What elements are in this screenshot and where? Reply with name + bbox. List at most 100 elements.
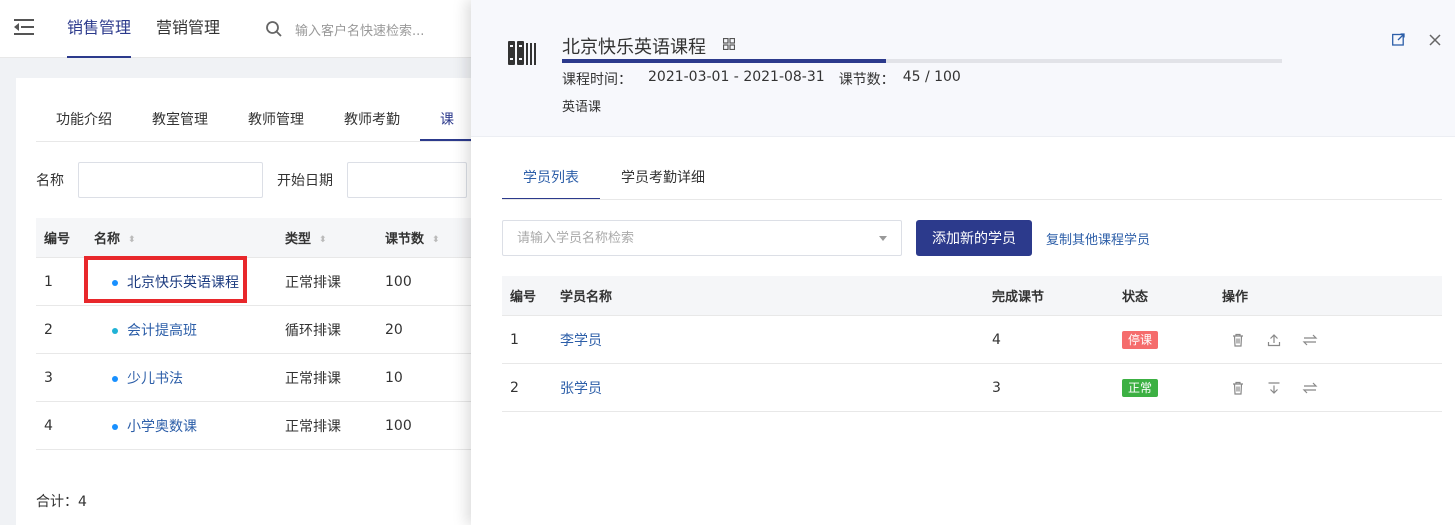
status-dot: [112, 423, 118, 430]
tab-classroom[interactable]: 教室管理: [132, 100, 228, 141]
search-icon: [266, 21, 282, 37]
course-progress-bar: [562, 59, 1282, 63]
row-actions: [1222, 380, 1422, 396]
status-dot: [112, 375, 118, 382]
name-filter-input[interactable]: [78, 162, 263, 198]
row-count: 20: [385, 321, 403, 338]
course-table-header: 编号 名称 ⬍ 类型 ⬍ 课节数 ⬍: [36, 218, 486, 258]
row-id: 2: [44, 321, 53, 338]
table-row: 3 少儿书法 正常排课 10: [36, 354, 486, 402]
status-badge: 正常: [1122, 378, 1159, 397]
course-name-cell[interactable]: 小学奥数课: [94, 416, 285, 436]
tab-student-list[interactable]: 学员列表: [502, 158, 600, 200]
drawer-header: 北京快乐英语课程 课程时间： 2021-03-01 - 2021-08-31 课…: [471, 0, 1455, 137]
row-id: 1: [510, 331, 519, 348]
col-id: 编号: [44, 232, 71, 247]
download-icon[interactable]: [1266, 380, 1282, 396]
tab-course[interactable]: 课: [420, 100, 474, 141]
row-done: 3: [992, 379, 1001, 396]
transfer-icon[interactable]: [1302, 380, 1318, 396]
tab-teacher-attendance[interactable]: 教师考勤: [324, 100, 420, 141]
row-type: 正常排课: [285, 418, 341, 435]
table-row: 2 张学员 3 正常: [502, 364, 1442, 412]
popout-icon[interactable]: [1392, 33, 1405, 46]
row-id: 4: [44, 417, 53, 434]
trash-icon[interactable]: [1230, 380, 1246, 396]
col-type[interactable]: 类型 ⬍: [285, 228, 385, 247]
module-tabs: 功能介绍 教室管理 教师管理 教师考勤 课: [36, 100, 486, 142]
row-count: 10: [385, 369, 403, 386]
start-date-label: 开始日期: [277, 173, 333, 189]
status-dot: [112, 327, 118, 334]
books-icon: [508, 41, 536, 65]
col-done: 完成课节: [992, 290, 1045, 305]
col-actions: 操作: [1222, 290, 1249, 305]
student-table-header: 编号 学员名称 完成课节 状态 操作: [502, 276, 1442, 316]
status-badge: 停课: [1122, 330, 1159, 349]
col-status: 状态: [1122, 290, 1149, 305]
row-count: 100: [385, 273, 412, 290]
course-name-cell[interactable]: 会计提高班: [94, 320, 285, 340]
row-type: 正常排课: [285, 274, 341, 291]
col-count-label: 课节数: [385, 232, 425, 247]
table-row: 4 小学奥数课 正常排课 100: [36, 402, 486, 450]
row-count: 100: [385, 417, 412, 434]
col-name-label: 名称: [94, 232, 121, 247]
course-name-cell[interactable]: 少儿书法: [94, 368, 285, 388]
drawer-course-title: 北京快乐英语课程: [562, 37, 706, 58]
nav-marketing[interactable]: 营销管理: [156, 0, 220, 58]
name-filter-label: 名称: [36, 173, 64, 189]
course-link[interactable]: 少儿书法: [127, 371, 183, 387]
customer-search-placeholder: 输入客户名快速检索...: [295, 23, 425, 39]
sort-icon[interactable]: ⬍: [128, 235, 136, 245]
add-student-button[interactable]: 添加新的学员: [916, 220, 1032, 256]
student-table: 编号 学员名称 完成课节 状态 操作 1 李学员 4 停课 2 张学员 3 正常: [502, 276, 1442, 412]
row-type: 正常排课: [285, 370, 341, 387]
table-total: 合计：4: [36, 494, 87, 510]
course-link[interactable]: 小学奥数课: [127, 419, 197, 435]
tab-student-attendance[interactable]: 学员考勤详细: [600, 158, 726, 200]
qrcode-icon[interactable]: [723, 38, 735, 50]
upload-icon[interactable]: [1266, 332, 1282, 348]
student-link[interactable]: 张学员: [560, 378, 992, 398]
tabs-divider: [502, 199, 1442, 200]
col-name[interactable]: 名称 ⬍: [94, 228, 285, 247]
course-progress-fill: [562, 59, 886, 63]
nav-sales[interactable]: 销售管理: [67, 0, 132, 58]
filter-row: 名称 开始日期: [36, 162, 467, 198]
student-link[interactable]: 李学员: [560, 330, 992, 350]
course-type-label: 英语课: [562, 100, 602, 115]
course-link[interactable]: 会计提高班: [127, 323, 197, 339]
row-done: 4: [992, 331, 1001, 348]
col-count[interactable]: 课节数 ⬍: [385, 228, 485, 247]
menu-toggle-icon[interactable]: [14, 18, 34, 36]
student-search-select[interactable]: [502, 220, 902, 256]
table-row: 1 李学员 4 停课: [502, 316, 1442, 364]
copy-students-link[interactable]: 复制其他课程学员: [1046, 229, 1150, 248]
course-meta: 课程时间： 2021-03-01 - 2021-08-31 课节数： 45 / …: [562, 69, 961, 89]
customer-search[interactable]: 输入客户名快速检索...: [265, 18, 424, 40]
col-id: 编号: [510, 290, 537, 305]
trash-icon[interactable]: [1230, 332, 1246, 348]
table-row: 2 会计提高班 循环排课 20: [36, 306, 486, 354]
transfer-icon[interactable]: [1302, 332, 1318, 348]
row-type: 循环排课: [285, 322, 341, 339]
sort-icon[interactable]: ⬍: [319, 235, 327, 245]
drawer-tabs: 学员列表 学员考勤详细: [502, 158, 726, 200]
count-value: 45 / 100: [902, 69, 961, 85]
row-actions: [1222, 332, 1422, 348]
chevron-down-icon[interactable]: [879, 236, 887, 241]
sort-icon[interactable]: ⬍: [432, 235, 440, 245]
time-label: 课程时间：: [562, 72, 632, 88]
course-detail-drawer: 北京快乐英语课程 课程时间： 2021-03-01 - 2021-08-31 课…: [471, 0, 1455, 525]
close-icon[interactable]: [1428, 33, 1442, 47]
col-student-name: 学员名称: [560, 290, 613, 305]
time-value: 2021-03-01 - 2021-08-31: [648, 69, 825, 85]
tab-intro[interactable]: 功能介绍: [36, 100, 132, 141]
col-type-label: 类型: [285, 232, 312, 247]
start-date-input[interactable]: [347, 162, 467, 198]
top-nav: 销售管理 营销管理: [67, 0, 245, 58]
row-id: 2: [510, 379, 519, 396]
tab-teacher[interactable]: 教师管理: [228, 100, 324, 141]
student-search-input[interactable]: [517, 221, 877, 255]
